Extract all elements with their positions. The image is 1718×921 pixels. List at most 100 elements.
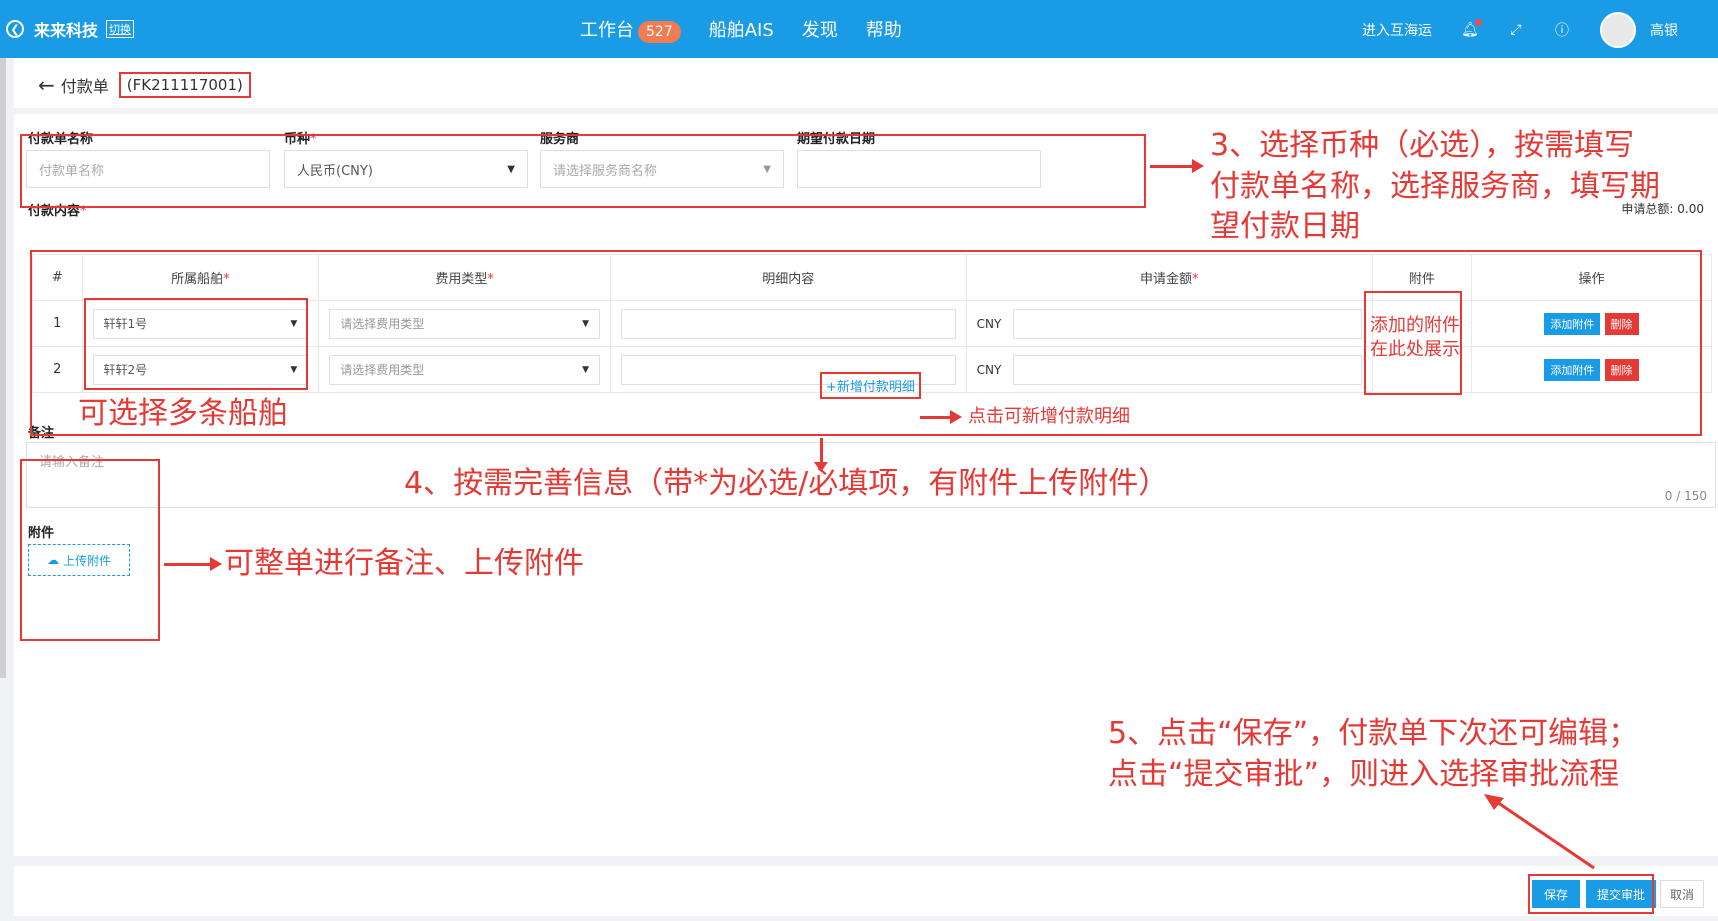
fee-type-select[interactable]: 请选择费用类型 ▼ xyxy=(329,308,600,339)
attachment-label: 附件 xyxy=(28,526,55,541)
currency-label-text: 币种 xyxy=(284,132,311,147)
currency-label: 币种* xyxy=(284,128,317,147)
fee-type-select[interactable]: 请选择费用类型 ▼ xyxy=(329,354,600,385)
nav-workbench[interactable]: 工作台 527 xyxy=(580,16,681,43)
back-link[interactable]: ← 付款单 (FK211117001) xyxy=(38,72,251,98)
annotation-step3-line: 望付款日期 xyxy=(1210,209,1360,244)
help-circle-icon[interactable]: ⓘ xyxy=(1554,22,1570,39)
fee-cell: 请选择费用类型 ▼ xyxy=(318,300,611,347)
top-right-actions: 进入互海运 🔔︎ ⤢ ⓘ 高银 xyxy=(1362,12,1678,48)
caret-down-icon: ▼ xyxy=(290,318,298,329)
provider-placeholder: 请选择服务商名称 xyxy=(553,163,658,179)
col-ship: 所属船舶* xyxy=(81,254,320,301)
name-input[interactable]: 付款单名称 xyxy=(26,150,270,188)
caret-down-icon: ▼ xyxy=(582,318,589,329)
nav-ship-ais[interactable]: 船舶AIS xyxy=(709,16,774,43)
required-mark: * xyxy=(487,272,494,287)
caret-down-icon: ▼ xyxy=(582,364,589,375)
annotation-attach-line: 添加的附件 xyxy=(1370,315,1460,336)
amount-cell: CNY xyxy=(965,300,1373,347)
content-label-text: 付款内容 xyxy=(28,204,81,219)
bell-icon[interactable]: 🔔︎ xyxy=(1461,19,1482,38)
amount-cell: CNY xyxy=(965,346,1373,393)
currency-select[interactable]: 人民币(CNY) ▼ xyxy=(284,150,528,188)
switch-company-link[interactable]: 切换 xyxy=(106,20,135,38)
delete-button[interactable]: 删除 xyxy=(1604,358,1639,381)
annotation-whole-note: 可整单进行备注、上传附件 xyxy=(224,546,584,581)
annotation-attach-line: 在此处展示 xyxy=(1370,339,1460,361)
remarks-placeholder: 请输入备注 xyxy=(39,455,105,470)
row-index: 1 xyxy=(32,300,83,347)
col-amount: 申请金额* xyxy=(965,254,1373,301)
row-index: 2 xyxy=(32,346,83,393)
annotation-step4: 4、按需完善信息（带*为必选/必填项，有附件上传附件） xyxy=(404,466,1169,501)
annotation-arrow-line xyxy=(1493,798,1595,870)
char-counter: 0 / 150 xyxy=(1664,489,1707,503)
page-title: 付款单 xyxy=(60,77,109,96)
user-name: 高银 xyxy=(1650,23,1678,39)
required-mark: * xyxy=(310,132,317,147)
remarks-label: 备注 xyxy=(28,426,55,441)
enter-huhaiyun-link[interactable]: 进入互海运 xyxy=(1362,20,1432,40)
col-amount-text: 申请金额 xyxy=(1139,272,1192,287)
avatar xyxy=(1600,12,1636,48)
required-mark: * xyxy=(223,272,230,287)
brand[interactable]: ❮ 来来科技 切换 xyxy=(6,17,135,41)
nav-discover[interactable]: 发现 xyxy=(802,16,838,43)
annotation-multi-ship: 可选择多条船舶 xyxy=(78,396,288,431)
col-index: # xyxy=(32,254,83,301)
ship-select[interactable]: 轩轩2号 ▼ xyxy=(92,354,309,385)
delete-button[interactable]: 删除 xyxy=(1604,312,1639,335)
col-detail: 明细内容 xyxy=(609,254,967,301)
provider-select[interactable]: 请选择服务商名称 ▼ xyxy=(540,150,784,188)
actions-cell: 添加附件 删除 xyxy=(1470,300,1713,347)
ship-value: 轩轩1号 xyxy=(103,317,148,331)
nav-help[interactable]: 帮助 xyxy=(866,16,902,43)
ship-cell: 轩轩1号 ▼ xyxy=(81,300,320,347)
add-attachment-button[interactable]: 添加附件 xyxy=(1544,312,1601,335)
actions-cell: 添加附件 删除 xyxy=(1470,346,1713,393)
name-label: 付款单名称 xyxy=(28,132,94,147)
back-circle-icon[interactable]: ❮ xyxy=(6,20,24,38)
annotation-step3-line: 3、选择币种（必选），按需填写 xyxy=(1210,128,1635,163)
annotation-step5-line: 5、点击“保存”，付款单下次还可编辑； xyxy=(1108,716,1639,751)
content-label: 付款内容* xyxy=(28,200,87,219)
annotation-diagonal-arrow xyxy=(1484,794,1595,870)
detail-input[interactable] xyxy=(620,308,956,339)
annotation-step3-line: 付款单名称，选择服务商，填写期 xyxy=(1210,168,1660,204)
caret-down-icon: ▼ xyxy=(507,163,515,175)
add-detail-link[interactable]: +新增付款明细 xyxy=(820,372,921,399)
brand-name: 来来科技 xyxy=(34,21,99,40)
footer-bar: 保存 提交审批 取消 xyxy=(14,866,1718,916)
amount-input[interactable] xyxy=(1013,354,1362,385)
add-attachment-button[interactable]: 添加附件 xyxy=(1544,358,1601,381)
fullscreen-icon[interactable]: ⤢ xyxy=(1508,22,1524,38)
save-button[interactable]: 保存 xyxy=(1532,880,1580,908)
submit-approval-button[interactable]: 提交审批 xyxy=(1586,880,1656,908)
amount-input[interactable] xyxy=(1013,308,1362,339)
annotation-step3: 3、选择币种（必选），按需填写 付款单名称，选择服务商，填写期 望付款日期 xyxy=(1210,126,1710,248)
name-placeholder: 付款单名称 xyxy=(39,163,105,179)
fee-placeholder: 请选择费用类型 xyxy=(340,317,425,331)
upload-label: 上传附件 xyxy=(62,553,111,568)
col-ship-text: 所属船舶 xyxy=(171,272,224,287)
ship-select[interactable]: 轩轩1号 ▼ xyxy=(92,308,309,339)
workbench-badge: 527 xyxy=(638,21,681,43)
payment-code: (FK211117001) xyxy=(118,72,251,98)
cancel-button[interactable]: 取消 xyxy=(1660,880,1704,908)
nav-workbench-label: 工作台 xyxy=(580,20,634,41)
ship-cell: 轩轩2号 ▼ xyxy=(81,346,320,393)
caret-down-icon: ▼ xyxy=(763,163,771,175)
col-actions: 操作 xyxy=(1470,254,1713,301)
annotation-arrow xyxy=(1150,159,1204,173)
date-input[interactable] xyxy=(797,150,1041,188)
upload-attachment-button[interactable]: ☁ 上传附件 xyxy=(28,544,130,576)
fee-cell: 请选择费用类型 ▼ xyxy=(318,346,611,393)
annotation-step5: 5、点击“保存”，付款单下次还可编辑； 点击“提交审批”，则进入选择审批流程 xyxy=(1108,714,1638,795)
required-mark: * xyxy=(80,204,87,219)
provider-label: 服务商 xyxy=(540,132,580,147)
col-fee-type: 费用类型* xyxy=(318,254,611,301)
user-menu[interactable]: 高银 xyxy=(1600,12,1678,48)
annotation-attach-show: 添加的附件 在此处展示 xyxy=(1370,314,1460,363)
top-navigation-bar: ❮ 来来科技 切换 工作台 527 船舶AIS 发现 帮助 进入互海运 🔔︎ ⤢ … xyxy=(0,0,1718,58)
